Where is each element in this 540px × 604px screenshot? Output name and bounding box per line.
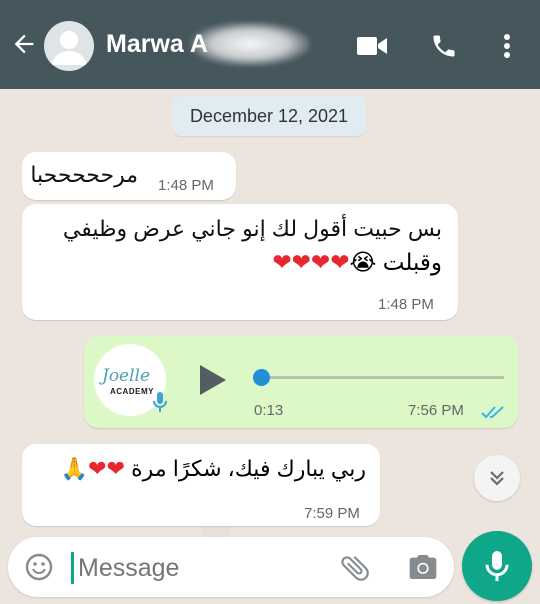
voice-progress-thumb[interactable] [253, 369, 270, 386]
scroll-down-button[interactable] [474, 455, 520, 501]
voice-progress-track[interactable] [256, 376, 504, 379]
more-options-icon[interactable] [500, 32, 514, 60]
message-line2: وقبلت 😭❤❤❤❤ [272, 249, 442, 276]
voice-record-button[interactable] [462, 531, 532, 601]
avatar-logo-text: Joelle [102, 366, 151, 386]
message-text-line2: وقبلت [382, 249, 442, 275]
avatar-icon [51, 31, 87, 65]
message-bubble-incoming[interactable]: ربي يبارك فيك، شكرًا مرة ❤❤🙏 7:59 PM [22, 444, 380, 526]
voice-duration: 0:13 [254, 402, 284, 419]
pray-emoji: 🙏 [60, 456, 89, 481]
message-time: 7:59 PM [304, 505, 360, 522]
message-text: ربي يبارك فيك، شكرًا مرة [131, 456, 366, 481]
name-blur-overlay [190, 22, 310, 66]
avatar-logo-subtext: ACADEMY [110, 387, 154, 396]
message-bubble-incoming[interactable]: بس حبيت أقول لك إنو جاني عرض وظيفي وقبلت… [22, 204, 458, 320]
message-time: 1:48 PM [158, 177, 214, 194]
date-separator: December 12, 2021 [172, 96, 366, 136]
chat-header: Marwa A [0, 0, 540, 89]
avatar[interactable] [44, 21, 94, 71]
message-text: مرحححححبا [30, 162, 138, 187]
message-time: 1:48 PM [378, 296, 434, 313]
voice-message-bubble-outgoing[interactable]: Joelle ACADEMY 0:13 7:56 PM [84, 336, 518, 428]
emoji-icon[interactable] [24, 552, 54, 582]
text-cursor [71, 552, 74, 584]
message-line: ربي يبارك فيك، شكرًا مرة ❤❤🙏 [61, 456, 366, 482]
mic-icon [485, 551, 509, 581]
double-chevron-down-icon [490, 471, 504, 486]
camera-icon[interactable] [406, 551, 440, 583]
video-call-icon[interactable] [356, 34, 388, 58]
attach-icon[interactable] [338, 551, 372, 585]
message-time: 7:56 PM [408, 402, 464, 419]
crying-emoji: 😭 [349, 249, 377, 275]
hearts-emoji: ❤❤ [88, 456, 126, 481]
play-icon[interactable] [194, 362, 230, 398]
read-receipt-icon [481, 406, 504, 419]
message-input[interactable] [76, 549, 330, 587]
message-text-line1: بس حبيت أقول لك إنو جاني عرض وظيفي [62, 216, 442, 241]
mic-icon [153, 392, 167, 412]
hearts-emoji: ❤❤❤❤ [272, 249, 350, 275]
back-arrow-icon[interactable] [10, 30, 38, 58]
message-bubble-incoming[interactable]: مرحححححبا 1:48 PM [22, 152, 236, 200]
phone-icon[interactable] [430, 32, 458, 60]
message-composer[interactable] [8, 537, 454, 597]
